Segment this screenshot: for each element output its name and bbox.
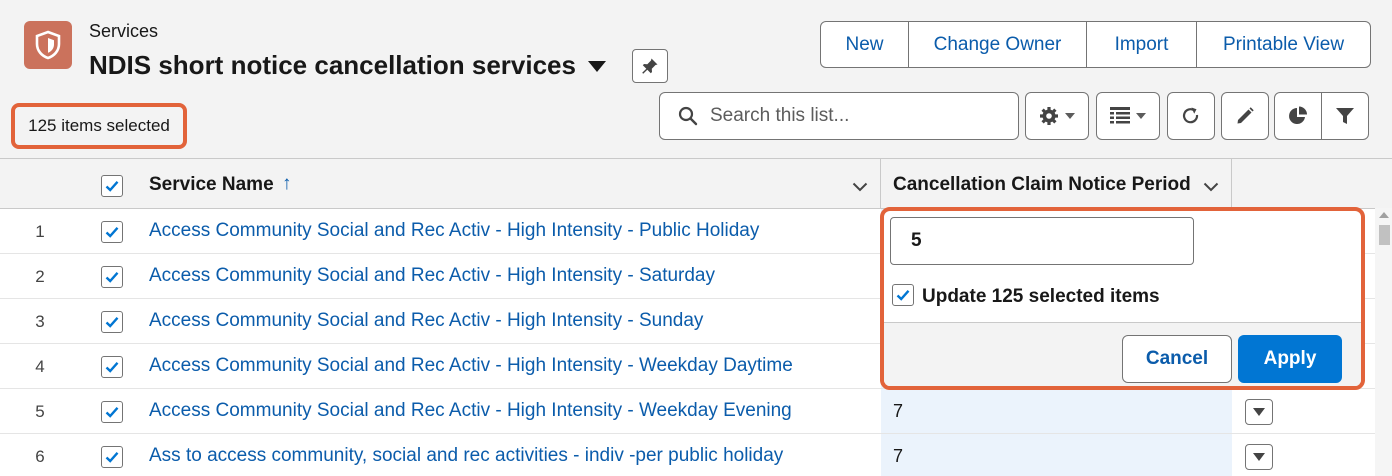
period-cell[interactable] [881,389,1232,433]
pie-chart-icon [1289,106,1307,124]
chevron-down-icon [1253,408,1265,416]
period-cell[interactable] [881,434,1232,476]
inline-edit-popover: 5 Update 125 selected items Cancel Apply [880,207,1365,390]
pencil-icon [1237,107,1254,124]
row-actions-button[interactable] [1245,444,1273,470]
service-name-link[interactable]: Access Community Social and Rec Activ - … [149,310,703,332]
refresh-button[interactable] [1167,92,1215,140]
update-selected-label[interactable]: Update 125 selected items [922,286,1160,308]
service-name-link[interactable]: Access Community Social and Rec Activ - … [149,220,759,242]
row-number: 4 [35,357,45,376]
display-as-button[interactable] [1096,92,1160,140]
service-name-link[interactable]: Access Community Social and Rec Activ - … [149,265,715,287]
chevron-down-icon [852,182,868,192]
scroll-up-arrow[interactable] [1379,212,1389,218]
checkmark-icon [105,407,119,418]
selected-count: 125 items selected [11,103,187,149]
checkmark-icon [105,362,119,373]
column-header-cancellation-claim-notice-period[interactable]: Cancellation Claim Notice Period [893,174,1191,196]
service-name-link[interactable]: Access Community Social and Rec Activ - … [149,400,792,422]
header-action-group: New Change Owner Import Printable View [820,21,1371,68]
service-name-link[interactable]: Ass to access community, social and rec … [149,445,783,467]
refresh-icon [1182,107,1199,124]
search-placeholder: Search this list... [710,105,850,126]
object-label: Services [89,21,159,41]
checkmark-icon [105,452,119,463]
period-value: 7 [893,446,904,466]
scrollbar-thumb[interactable] [1379,225,1390,245]
filter-button[interactable] [1322,93,1368,139]
list-view-selector[interactable]: NDIS short notice cancellation services [89,50,606,81]
row-checkbox[interactable] [101,401,123,423]
table-icon [1110,107,1130,124]
update-selected-checkbox[interactable] [892,284,914,306]
chevron-down-icon [1136,113,1146,119]
row-checkbox[interactable] [101,266,123,288]
apply-button[interactable]: Apply [1238,335,1342,383]
row-number: 2 [35,267,45,286]
column-header-service-name[interactable]: Service Name [149,174,274,196]
chevron-down-icon [1253,453,1265,461]
row-checkbox[interactable] [101,356,123,378]
table-row: 5 Access Community Social and Rec Activ … [0,389,1392,434]
checkmark-icon [105,317,119,328]
pin-list-button[interactable] [632,49,668,83]
checkmark-icon [896,290,910,301]
search-input[interactable]: Search this list... [659,92,1019,140]
row-checkbox[interactable] [101,311,123,333]
column-menu-cancellation-claim-notice-period[interactable] [1203,179,1219,197]
table-header: Service Name ↑ Cancellation Claim Notice… [0,159,1392,209]
chevron-down-icon [1065,113,1075,119]
new-button[interactable]: New [821,22,909,67]
chevron-down-icon[interactable] [587,61,606,72]
chart-filter-group [1274,92,1369,140]
table-row: 6 Ass to access community, social and re… [0,434,1392,476]
filter-icon [1336,108,1354,124]
search-icon [678,106,698,126]
row-number: 5 [35,402,45,421]
change-owner-button[interactable]: Change Owner [909,22,1087,67]
page-title: NDIS short notice cancellation services [89,50,576,80]
row-checkbox[interactable] [101,221,123,243]
pin-icon [642,58,658,74]
shield-icon [24,21,72,69]
checkmark-icon [105,181,119,192]
vertical-scrollbar[interactable] [1375,208,1392,476]
cancel-button[interactable]: Cancel [1122,335,1232,383]
printable-view-button[interactable]: Printable View [1197,22,1370,67]
list-settings-button[interactable] [1025,92,1089,140]
row-number: 1 [35,222,45,241]
service-name-link[interactable]: Access Community Social and Rec Activ - … [149,355,793,377]
column-menu-service-name[interactable] [852,179,868,197]
checkmark-icon [105,272,119,283]
sort-ascending-icon: ↑ [282,173,292,194]
checkmark-icon [105,227,119,238]
column-divider[interactable] [1231,159,1232,209]
notice-period-input[interactable]: 5 [890,217,1194,265]
column-divider[interactable] [880,159,881,209]
show-charts-button[interactable] [1275,93,1322,139]
row-number: 6 [35,447,45,466]
import-button[interactable]: Import [1087,22,1197,67]
row-number: 3 [35,312,45,331]
row-actions-button[interactable] [1245,399,1273,425]
select-all-checkbox[interactable] [101,175,123,197]
popover-footer: Cancel Apply [884,322,1361,386]
edit-list-button[interactable] [1221,92,1269,140]
gear-icon [1040,107,1058,125]
page-header: Services NDIS short notice cancellation … [0,0,1392,158]
period-value: 7 [893,401,904,421]
row-checkbox[interactable] [101,446,123,468]
chevron-down-icon [1203,182,1219,192]
